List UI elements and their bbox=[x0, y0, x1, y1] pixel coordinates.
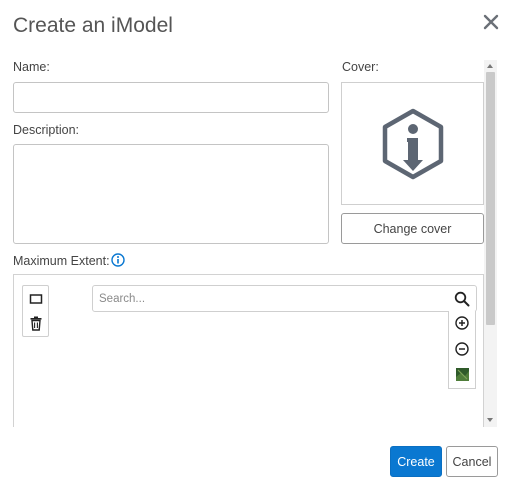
info-hexagon-icon bbox=[380, 107, 446, 181]
cancel-button[interactable]: Cancel bbox=[446, 446, 498, 477]
scroll-down-arrow-icon[interactable] bbox=[487, 418, 493, 422]
map-zoom-controls bbox=[448, 311, 476, 389]
dialog-title: Create an iModel bbox=[13, 14, 173, 37]
map-search-input[interactable] bbox=[99, 291, 439, 307]
cover-preview bbox=[341, 82, 484, 205]
cover-label: Cover: bbox=[342, 60, 379, 74]
close-icon[interactable] bbox=[481, 12, 501, 32]
map-draw-toolbar bbox=[22, 285, 49, 337]
description-label: Description: bbox=[13, 123, 79, 137]
map-search-box bbox=[92, 285, 477, 312]
extent-label: Maximum Extent: bbox=[13, 254, 110, 268]
change-cover-button[interactable]: Change cover bbox=[341, 213, 484, 244]
name-label: Name: bbox=[13, 60, 50, 74]
rectangle-select-icon[interactable] bbox=[29, 292, 43, 304]
info-icon[interactable] bbox=[111, 253, 125, 267]
zoom-out-icon[interactable] bbox=[455, 342, 469, 356]
create-button[interactable]: Create bbox=[390, 446, 442, 477]
name-input[interactable] bbox=[13, 82, 329, 113]
search-icon[interactable] bbox=[454, 291, 470, 307]
zoom-in-icon[interactable] bbox=[455, 316, 469, 330]
description-textarea[interactable] bbox=[13, 144, 329, 244]
scrollbar-thumb[interactable] bbox=[486, 72, 495, 325]
basemap-icon[interactable] bbox=[456, 368, 469, 381]
trash-icon[interactable] bbox=[29, 316, 43, 331]
scroll-up-arrow-icon[interactable] bbox=[487, 64, 493, 68]
